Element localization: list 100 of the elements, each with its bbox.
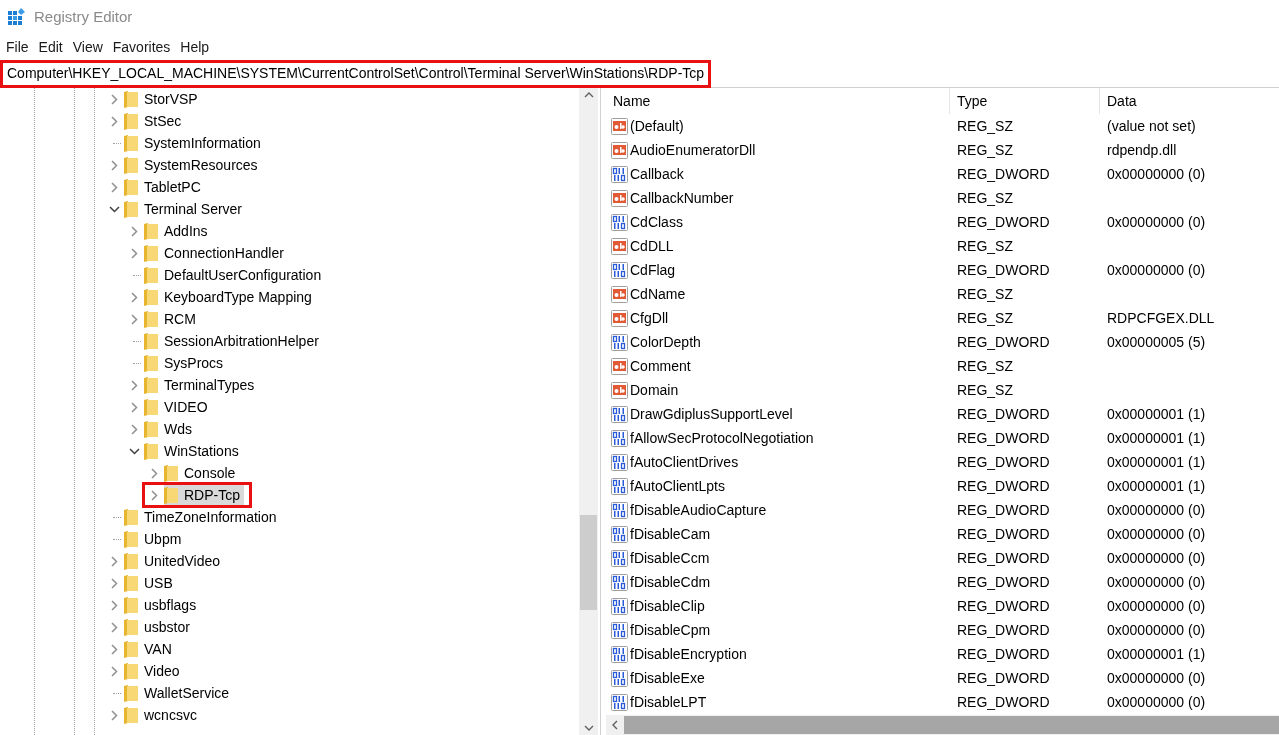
menu-item[interactable]: Help — [175, 36, 215, 58]
string-value-icon — [611, 141, 628, 159]
expand-chevron-icon[interactable] — [130, 225, 138, 237]
scroll-left-icon[interactable] — [612, 720, 618, 730]
expand-chevron-icon[interactable] — [110, 665, 118, 677]
value-name[interactable]: fDisableCam — [630, 523, 711, 545]
tree-item[interactable]: StorVSP — [124, 88, 202, 110]
value-name[interactable]: fDisableCdm — [630, 571, 711, 593]
value-name[interactable]: CdFlag — [630, 259, 676, 281]
expand-chevron-icon[interactable] — [110, 709, 118, 721]
tree-item[interactable]: DefaultUserConfiguration — [144, 264, 326, 286]
tree-item[interactable]: usbflags — [124, 594, 201, 616]
address-bar[interactable]: Computer\HKEY_LOCAL_MACHINE\SYSTEM\CurrentControlSet\Control\Terminal Server\WinStations\RDP-Tcp — [0, 59, 712, 88]
scroll-down-icon[interactable] — [583, 725, 594, 731]
tree-item[interactable]: WalletService — [124, 682, 234, 704]
expand-chevron-icon[interactable] — [130, 379, 138, 391]
expand-chevron-icon[interactable] — [110, 643, 118, 655]
tree-item[interactable]: SystemResources — [124, 154, 262, 176]
expand-chevron-icon[interactable] — [110, 159, 118, 171]
value-name[interactable]: DrawGdiplusSupportLevel — [630, 403, 793, 425]
expand-chevron-icon[interactable] — [130, 247, 138, 259]
menu-item[interactable]: View — [67, 36, 108, 58]
expand-chevron-icon[interactable] — [110, 181, 118, 193]
value-name[interactable]: Domain — [630, 379, 679, 401]
tree-item[interactable]: VAN — [124, 638, 176, 660]
expand-chevron-icon[interactable] — [110, 555, 118, 567]
tree-item[interactable]: StSec — [124, 110, 186, 132]
expand-chevron-icon[interactable] — [110, 115, 118, 127]
tree-item[interactable]: Ubpm — [124, 528, 186, 550]
value-name[interactable]: fAllowSecProtocolNegotiation — [630, 427, 814, 449]
tree-item[interactable]: USB — [124, 572, 177, 594]
tree-item[interactable]: wcncsvc — [124, 704, 201, 726]
tree-item[interactable]: SystemInformation — [124, 132, 265, 154]
value-name[interactable]: CallbackNumber — [630, 187, 734, 209]
value-name[interactable]: fAutoClientLpts — [630, 475, 725, 497]
expand-chevron-icon[interactable] — [150, 489, 158, 501]
menu-item[interactable]: File — [1, 36, 34, 58]
collapse-chevron-icon[interactable] — [128, 447, 140, 455]
value-type: REG_DWORD — [956, 548, 1051, 568]
value-name[interactable]: AudioEnumeratorDll — [630, 139, 756, 161]
value-name[interactable]: CfgDll — [630, 307, 669, 329]
scrollbar-thumb[interactable] — [580, 515, 597, 610]
tree-item[interactable]: VIDEO — [144, 396, 212, 418]
value-name[interactable]: CdName — [630, 283, 686, 305]
value-data: 0x00000000 (0) — [1106, 548, 1207, 568]
tree-item[interactable]: TabletPC — [124, 176, 205, 198]
menu-item[interactable]: Edit — [33, 36, 68, 58]
value-type: REG_DWORD — [956, 692, 1051, 712]
column-header[interactable]: Type — [950, 88, 1100, 114]
value-data: 0x00000001 (1) — [1106, 476, 1207, 496]
value-data: 0x00000001 (1) — [1106, 404, 1207, 424]
value-name[interactable]: fDisableEncryption — [630, 643, 747, 665]
tree-item[interactable]: TimeZoneInformation — [124, 506, 281, 528]
tree-item[interactable]: SysProcs — [144, 352, 228, 374]
value-name[interactable]: fDisableLPT — [630, 691, 707, 713]
tree-item[interactable]: WinStations — [144, 440, 243, 462]
expand-chevron-icon[interactable] — [150, 467, 158, 479]
column-header[interactable]: Data — [1100, 88, 1279, 114]
tree-item[interactable]: usbstor — [124, 616, 194, 638]
value-name[interactable]: CdClass — [630, 211, 683, 233]
folder-icon — [124, 684, 138, 702]
tree-item[interactable]: TerminalTypes — [144, 374, 259, 396]
value-name[interactable]: fDisableClip — [630, 595, 705, 617]
expand-chevron-icon[interactable] — [110, 599, 118, 611]
value-name[interactable]: ColorDepth — [630, 331, 701, 353]
tree-item[interactable]: Wds — [144, 418, 196, 440]
expand-chevron-icon[interactable] — [130, 291, 138, 303]
tree-item[interactable]: Console — [164, 462, 240, 484]
collapse-chevron-icon[interactable] — [108, 205, 120, 213]
expand-chevron-icon[interactable] — [130, 313, 138, 325]
value-name[interactable]: fAutoClientDrives — [630, 451, 739, 473]
value-name[interactable]: fDisableCcm — [630, 547, 710, 569]
value-name[interactable]: Comment — [630, 355, 691, 377]
expand-chevron-icon[interactable] — [110, 621, 118, 633]
value-data: 0x00000005 (5) — [1106, 332, 1207, 352]
tree-item[interactable]: Terminal Server — [124, 198, 247, 220]
value-name[interactable]: fDisableExe — [630, 667, 705, 689]
value-name[interactable]: CdDLL — [630, 235, 674, 257]
tree-item[interactable]: SessionArbitrationHelper — [144, 330, 323, 352]
tree-item[interactable]: AddIns — [144, 220, 212, 242]
tree-item[interactable]: ConnectionHandler — [144, 242, 288, 264]
value-name[interactable]: Callback — [630, 163, 684, 185]
menu-item[interactable]: Favorites — [107, 36, 176, 58]
tree-item[interactable]: KeyboardType Mapping — [144, 286, 316, 308]
expand-chevron-icon[interactable] — [130, 423, 138, 435]
expand-chevron-icon[interactable] — [130, 401, 138, 413]
tree-item[interactable]: UnitedVideo — [124, 550, 225, 572]
expand-chevron-icon[interactable] — [110, 577, 118, 589]
value-type: REG_DWORD — [956, 620, 1051, 640]
vertical-scrollbar[interactable] — [579, 88, 598, 735]
value-name[interactable]: (Default) — [630, 115, 684, 137]
tree-item[interactable]: Video — [124, 660, 184, 682]
expand-chevron-icon[interactable] — [110, 93, 118, 105]
value-name[interactable]: fDisableCpm — [630, 619, 711, 641]
tree-item[interactable]: RCM — [144, 308, 200, 330]
tree-item[interactable]: RDP-Tcp — [164, 484, 244, 506]
column-header[interactable]: Name — [606, 88, 950, 114]
value-name[interactable]: fDisableAudioCapture — [630, 499, 767, 521]
value-data: 0x00000000 (0) — [1106, 164, 1207, 184]
scroll-up-icon[interactable] — [583, 92, 594, 98]
